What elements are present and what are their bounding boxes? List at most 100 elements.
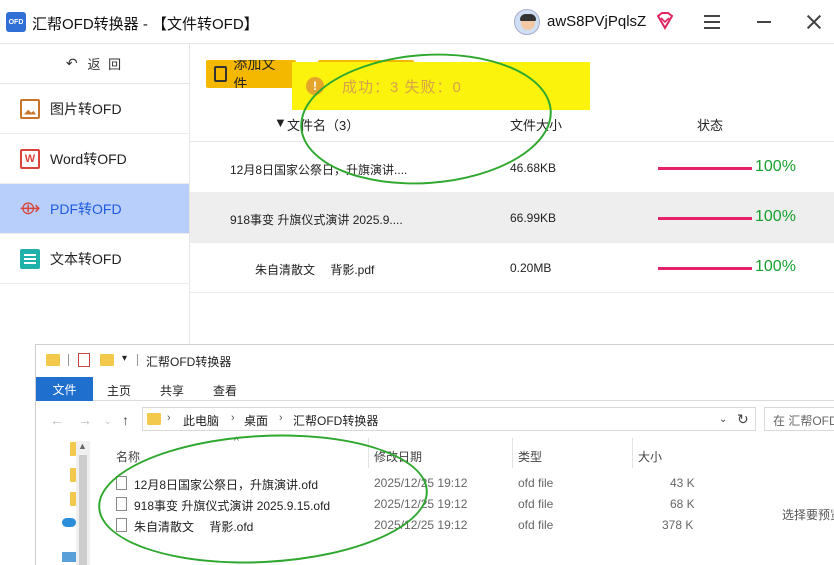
- explorer-title-bar: ▾ 汇帮OFD转换器: [36, 345, 834, 375]
- sidebar-item-word-to-ofd[interactable]: W Word转OFD: [0, 134, 189, 184]
- title-bar: OFD 汇帮OFD转换器 - 【文件转OFD】 awS8PVjPqlsZ: [0, 0, 834, 44]
- progress-percent: 100%: [755, 258, 796, 275]
- tab-view[interactable]: 查看: [213, 382, 237, 399]
- sidebar-item-label: Word转OFD: [50, 150, 127, 167]
- file-type: ofd file: [518, 497, 554, 511]
- sidebar-item-label: 图片转OFD: [50, 100, 122, 117]
- column-name[interactable]: 名称: [116, 448, 140, 465]
- column-size[interactable]: 大小: [638, 448, 662, 465]
- add-file-label: 添加文件: [233, 60, 276, 88]
- close-icon[interactable]: [806, 14, 822, 30]
- new-folder-icon[interactable]: [100, 354, 114, 366]
- file-list-item[interactable]: 12月8日国家公祭日，升旗演讲.ofd 2025/12/25 19:12 ofd…: [106, 473, 706, 494]
- ofd-file-icon: [116, 476, 127, 490]
- file-list-item[interactable]: 朱自清散文 背影.ofd 2025/12/25 19:12 ofd file 3…: [106, 515, 706, 536]
- hamburger-menu-icon[interactable]: [704, 15, 720, 29]
- preview-pane-text: 选择要预览: [782, 508, 834, 522]
- column-modified[interactable]: 修改日期: [374, 448, 422, 465]
- file-modified: 2025/12/25 19:12: [374, 476, 468, 490]
- scroll-up-icon[interactable]: ▲: [78, 441, 87, 451]
- table-row[interactable]: 12月8日国家公祭日，升旗演讲.... 46.68KB 100%: [190, 143, 834, 193]
- file-modified: 2025/12/25 19:12: [374, 518, 468, 532]
- file-size: 378 K: [662, 518, 694, 532]
- search-input[interactable]: 在 汇帮OFD转换器: [764, 407, 834, 431]
- progress-percent: 100%: [755, 208, 796, 225]
- table-row[interactable]: 朱自清散文 背影.pdf 0.20MB 100%: [190, 243, 834, 293]
- chevron-right-icon: ›: [167, 412, 171, 424]
- table-row[interactable]: 918事变 升旗仪式演讲 2025.9.... 66.99KB 100%: [190, 193, 834, 243]
- column-name-header[interactable]: 文件名（3）: [287, 115, 359, 134]
- file-name: 朱自清散文 背影.ofd: [134, 520, 254, 534]
- this-pc-icon[interactable]: [62, 552, 76, 562]
- ofd-file-icon: [116, 518, 127, 532]
- back-nav-icon[interactable]: ←: [50, 412, 64, 428]
- toast-message: 成功：3 失败：0: [342, 78, 462, 96]
- refresh-icon[interactable]: ↻: [737, 411, 749, 428]
- progress-bar: [658, 217, 752, 220]
- up-nav-icon[interactable]: ↑: [122, 412, 129, 428]
- column-status-header: 状态: [697, 118, 724, 133]
- breadcrumb-this-pc[interactable]: 此电脑: [183, 412, 219, 429]
- file-list-header: 名称 ^ 修改日期 类型 大小: [106, 436, 696, 468]
- back-label: 返 回: [87, 57, 124, 72]
- text-file-icon: [20, 248, 40, 269]
- recent-dropdown-icon[interactable]: ⌄: [104, 416, 112, 427]
- warning-icon: !: [306, 77, 324, 95]
- breadcrumb-desktop[interactable]: 桌面: [244, 412, 268, 429]
- file-size: 0.20MB: [510, 261, 552, 275]
- sort-desc-icon[interactable]: ▼: [274, 115, 287, 130]
- app-logo-icon: OFD: [6, 12, 26, 32]
- column-size-header: 文件大小: [510, 118, 563, 133]
- sidebar-item-label: 文本转OFD: [50, 250, 122, 267]
- ofd-file-icon: [116, 497, 127, 511]
- app-title: 汇帮OFD转换器 - 【文件转OFD】: [32, 16, 259, 33]
- add-document-icon: [214, 66, 228, 82]
- sidebar-item-text-to-ofd[interactable]: 文本转OFD: [0, 234, 189, 284]
- file-name: 918事变 升旗仪式演讲 2025.9.15.ofd: [134, 499, 331, 513]
- back-arrow-icon: ↶: [65, 55, 80, 71]
- username[interactable]: awS8PVjPqlsZ: [547, 13, 646, 30]
- file-type: ofd file: [518, 518, 554, 532]
- file-size: 66.99KB: [510, 211, 557, 225]
- address-row: ← → ⌄ ↑ › 此电脑 › 桌面 › 汇帮OFD转换器 ⌄ ↻ 在 汇帮OF…: [36, 402, 834, 438]
- sort-up-icon: ^: [234, 436, 239, 447]
- tab-share[interactable]: 共享: [160, 382, 184, 399]
- file-name: 12月8日国家公祭日，升旗演讲....: [230, 163, 408, 177]
- chevron-right-icon: ›: [231, 412, 235, 424]
- nav-scrollbar-thumb[interactable]: [79, 455, 87, 565]
- quick-access-dropdown-icon[interactable]: ▾: [122, 353, 127, 364]
- properties-icon[interactable]: [78, 353, 90, 367]
- pdf-icon: ⟴: [19, 198, 41, 218]
- sidebar-item-label: PDF转OFD: [50, 200, 122, 217]
- file-explorer-window: ▾ 汇帮OFD转换器 文件 主页 共享 查看 ← → ⌄ ↑ › 此电脑 › 桌…: [35, 344, 834, 565]
- sidebar: ↶ 返 回 图片转OFD W Word转OFD ⟴ PDF转OFD 文本转OFD: [0, 44, 190, 344]
- file-size: 46.68KB: [510, 161, 557, 175]
- folder-icon: [46, 354, 60, 366]
- file-name: 朱自清散文 背影.pdf: [255, 263, 375, 277]
- back-button[interactable]: ↶ 返 回: [0, 44, 189, 84]
- explorer-ribbon: 文件 主页 共享 查看: [36, 375, 834, 401]
- address-bar[interactable]: › 此电脑 › 桌面 › 汇帮OFD转换器 ⌄ ↻: [142, 407, 756, 431]
- file-name: 12月8日国家公祭日，升旗演讲.ofd: [134, 478, 319, 492]
- address-dropdown-icon[interactable]: ⌄: [719, 414, 727, 425]
- sidebar-item-image-to-ofd[interactable]: 图片转OFD: [0, 84, 189, 134]
- progress-percent: 100%: [755, 158, 796, 175]
- file-name: 918事变 升旗仪式演讲 2025.9....: [230, 213, 403, 227]
- result-toast: ! 成功：3 失败：0: [292, 62, 590, 110]
- breadcrumb-folder[interactable]: 汇帮OFD转换器: [293, 412, 378, 429]
- file-size: 43 K: [670, 476, 695, 490]
- minimize-icon[interactable]: [757, 21, 771, 23]
- file-size: 68 K: [670, 497, 695, 511]
- file-list-item[interactable]: 918事变 升旗仪式演讲 2025.9.15.ofd 2025/12/25 19…: [106, 494, 706, 515]
- chevron-right-icon: ›: [279, 412, 283, 424]
- tab-file[interactable]: 文件: [36, 377, 93, 401]
- column-type[interactable]: 类型: [518, 448, 542, 465]
- vip-diamond-icon[interactable]: [655, 11, 675, 31]
- progress-bar: [658, 167, 752, 170]
- forward-nav-icon[interactable]: →: [78, 412, 92, 428]
- sidebar-item-pdf-to-ofd[interactable]: ⟴ PDF转OFD: [0, 184, 189, 234]
- onedrive-icon[interactable]: [62, 518, 76, 527]
- user-avatar[interactable]: [514, 9, 540, 35]
- add-file-button[interactable]: 添加文件: [206, 60, 296, 88]
- tab-home[interactable]: 主页: [107, 382, 131, 399]
